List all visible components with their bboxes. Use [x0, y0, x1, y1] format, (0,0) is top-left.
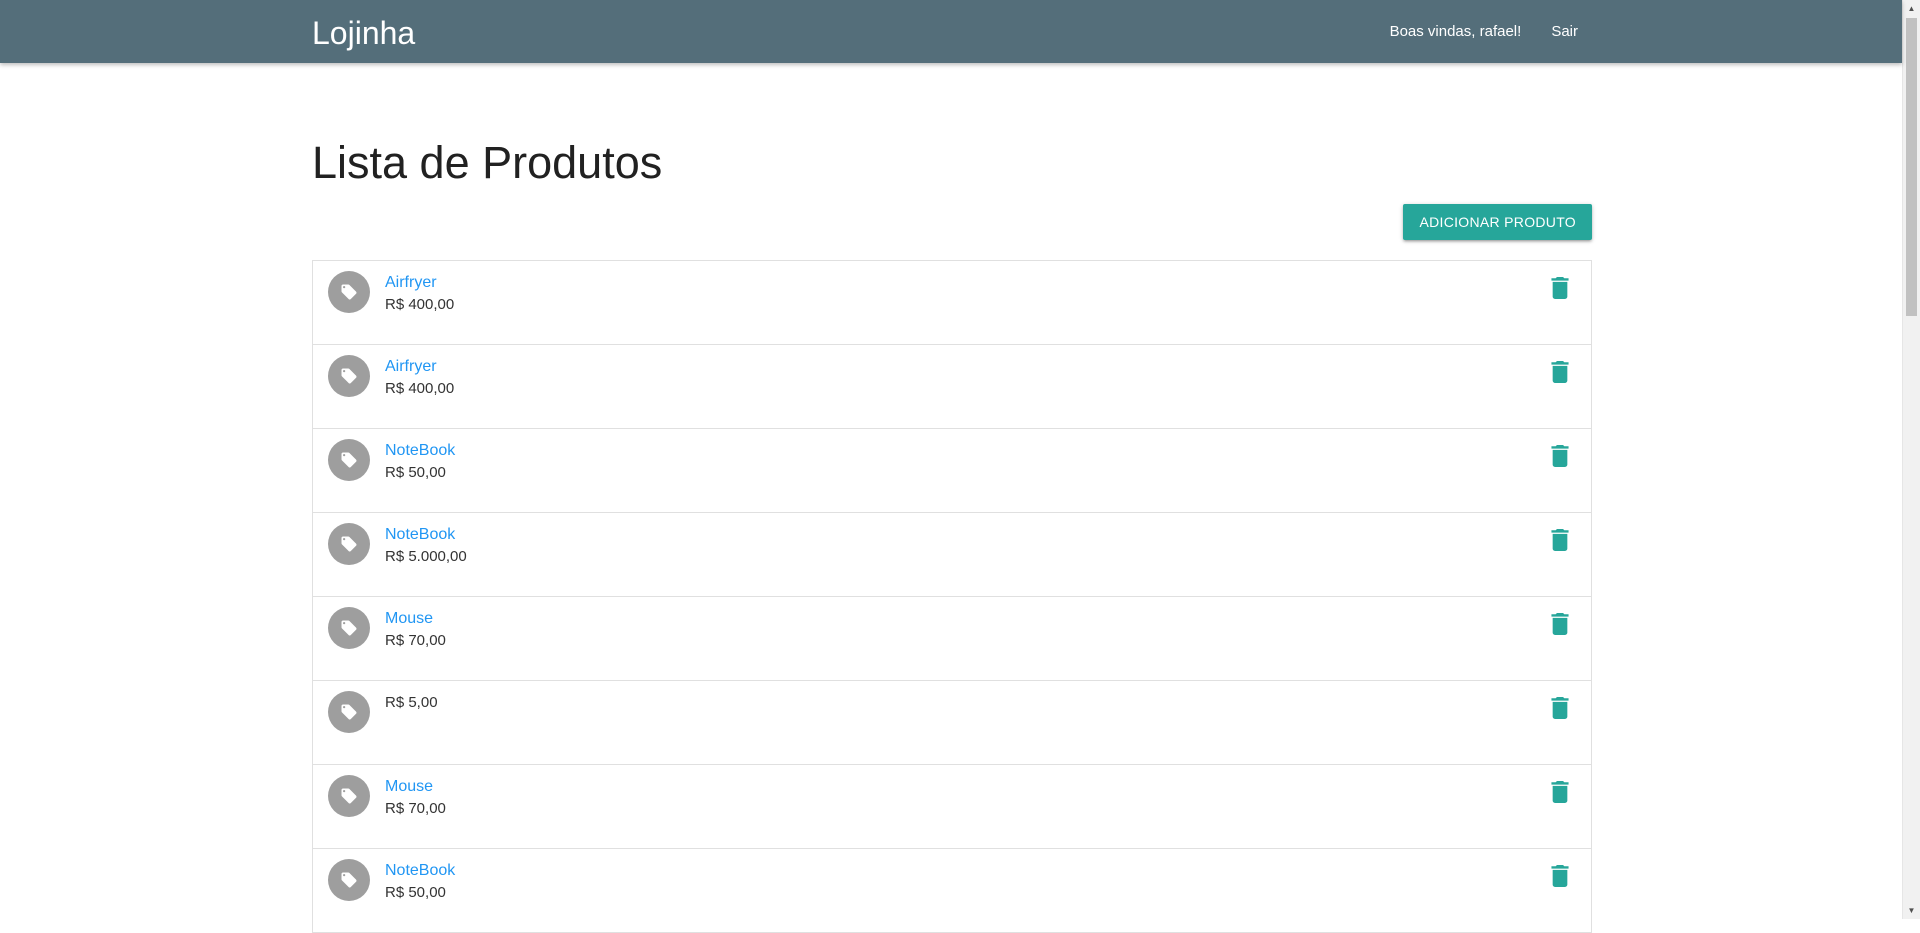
product-item: Mouse R$ 70,00 — [313, 597, 1591, 681]
product-price: R$ 70,00 — [385, 800, 446, 817]
delete-product-button[interactable] — [1551, 696, 1569, 724]
product-item: Airfryer R$ 400,00 — [313, 345, 1591, 429]
welcome-message: Boas vindas, rafael! — [1389, 23, 1522, 40]
product-price: R$ 50,00 — [385, 884, 446, 901]
vertical-scrollbar[interactable]: ▲ ▼ — [1902, 0, 1920, 919]
product-price: R$ 5.000,00 — [385, 548, 467, 565]
product-name-link[interactable]: Mouse — [385, 777, 433, 797]
tag-icon — [328, 775, 370, 817]
product-item: Airfryer R$ 400,00 — [313, 261, 1591, 345]
trash-icon — [1551, 444, 1569, 472]
product-item: NoteBook R$ 50,00 — [313, 429, 1591, 513]
product-name-link[interactable]: NoteBook — [385, 525, 455, 545]
product-item: R$ 5,00 — [313, 681, 1591, 765]
product-item: NoteBook R$ 5.000,00 — [313, 513, 1591, 597]
navbar-actions: Boas vindas, rafael! Sair — [1390, 0, 1578, 63]
tag-icon — [328, 607, 370, 649]
trash-icon — [1551, 864, 1569, 892]
trash-icon — [1551, 360, 1569, 388]
product-list: Airfryer R$ 400,00 Airfryer R$ 400,00 NoteBo… — [312, 260, 1592, 933]
trash-icon — [1551, 780, 1569, 808]
product-name-link[interactable]: NoteBook — [385, 861, 455, 881]
tag-icon — [328, 691, 370, 733]
product-price: R$ 50,00 — [385, 464, 446, 481]
tag-icon — [328, 523, 370, 565]
tag-icon — [328, 439, 370, 481]
product-price: R$ 400,00 — [385, 296, 455, 313]
product-name-link[interactable]: Airfryer — [385, 273, 437, 293]
product-name-link[interactable]: NoteBook — [385, 441, 455, 461]
logout-link[interactable]: Sair — [1551, 23, 1578, 40]
trash-icon — [1551, 528, 1569, 556]
product-price: R$ 400,00 — [385, 380, 455, 397]
brand-logo[interactable]: Lojinha — [312, 14, 415, 52]
delete-product-button[interactable] — [1551, 780, 1569, 808]
product-item: NoteBook R$ 50,00 — [313, 849, 1591, 933]
scrollbar-thumb[interactable] — [1906, 18, 1917, 316]
add-product-button[interactable]: Adicionar produto — [1403, 204, 1592, 240]
product-name-link[interactable]: Airfryer — [385, 357, 437, 377]
product-price: R$ 5,00 — [385, 694, 438, 711]
tag-icon — [328, 355, 370, 397]
delete-product-button[interactable] — [1551, 528, 1569, 556]
product-item: Mouse R$ 70,00 — [313, 765, 1591, 849]
product-name-link[interactable]: Mouse — [385, 609, 433, 629]
delete-product-button[interactable] — [1551, 444, 1569, 472]
trash-icon — [1551, 276, 1569, 304]
product-price: R$ 70,00 — [385, 632, 446, 649]
trash-icon — [1551, 612, 1569, 640]
trash-icon — [1551, 696, 1569, 724]
scroll-down-arrow-icon[interactable]: ▼ — [1903, 902, 1920, 919]
delete-product-button[interactable] — [1551, 612, 1569, 640]
delete-product-button[interactable] — [1551, 864, 1569, 892]
page-title: Lista de Produtos — [312, 137, 663, 188]
delete-product-button[interactable] — [1551, 360, 1569, 388]
tag-icon — [328, 859, 370, 901]
tag-icon — [328, 271, 370, 313]
scroll-up-arrow-icon[interactable]: ▲ — [1903, 0, 1920, 17]
top-navbar: Lojinha Boas vindas, rafael! Sair — [0, 0, 1902, 63]
delete-product-button[interactable] — [1551, 276, 1569, 304]
